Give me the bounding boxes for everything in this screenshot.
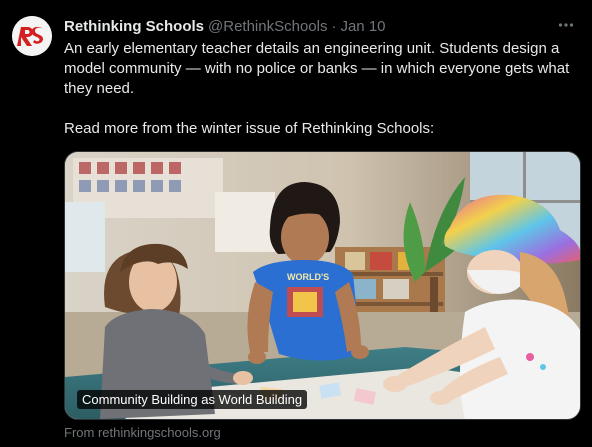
more-button[interactable] — [556, 15, 576, 35]
author-name[interactable]: Rethinking Schools — [64, 17, 204, 37]
more-horizontal-icon — [558, 23, 574, 27]
author-handle[interactable]: @RethinkSchools — [208, 17, 327, 37]
avatar[interactable] — [12, 16, 52, 56]
rethinking-schools-logo-icon — [12, 16, 52, 56]
tweet-text: An early elementary teacher details an e… — [64, 39, 584, 139]
separator-dot: · — [331, 18, 337, 35]
tweet-date[interactable]: Jan 10 — [340, 17, 385, 37]
tweet-paragraph: Read more from the winter issue of Rethi… — [64, 120, 435, 137]
card-caption: Community Building as World Building — [77, 390, 308, 409]
card-source-link[interactable]: From rethinkingschools.org — [64, 424, 221, 441]
tweet-paragraph: An early elementary teacher details an e… — [64, 40, 570, 97]
shirt-text: WORLD'S — [287, 272, 329, 282]
tweet-header: Rethinking Schools @RethinkSchools · Jan… — [64, 17, 580, 37]
link-card-image[interactable]: WORLD'S Community Building as World Buil… — [64, 151, 581, 420]
tweet[interactable]: Rethinking Schools @RethinkSchools · Jan… — [0, 0, 592, 447]
classroom-photo: WORLD'S — [65, 152, 580, 419]
